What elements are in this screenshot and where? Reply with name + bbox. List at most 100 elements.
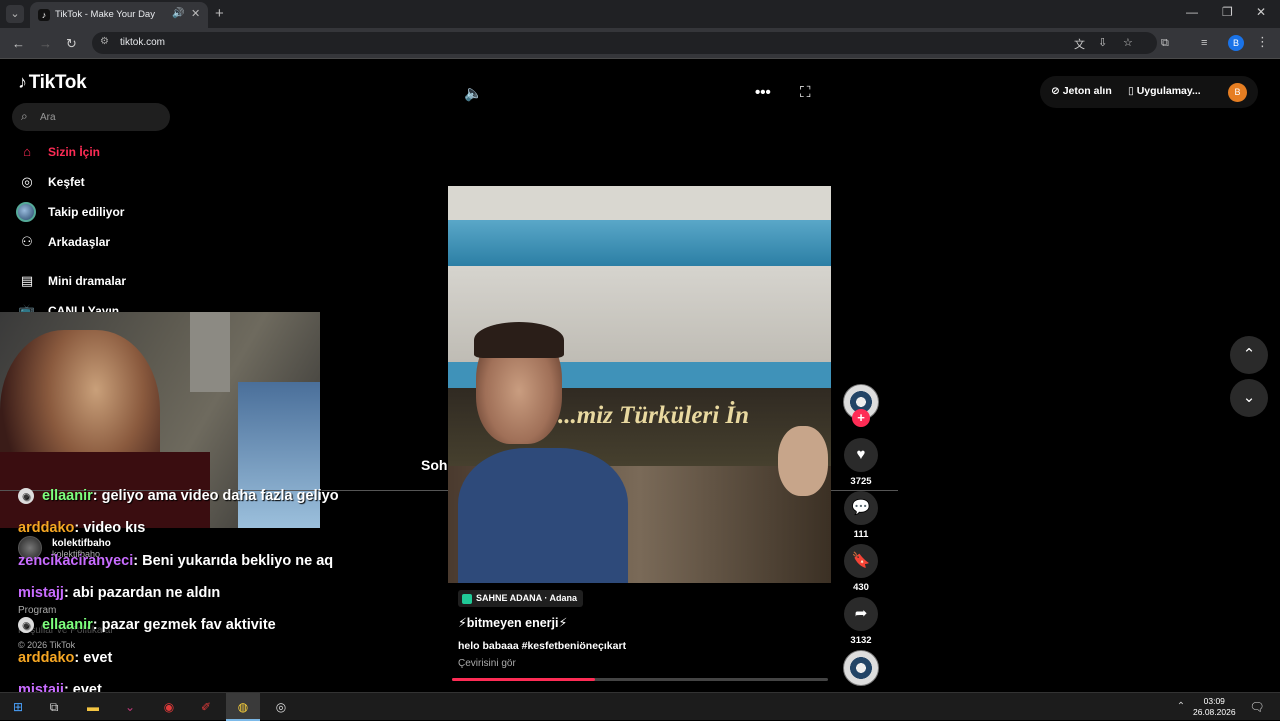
location-icon xyxy=(462,593,472,604)
task-view-icon[interactable]: ⧉ xyxy=(45,698,63,716)
sidebar-item-label: Sizin İçin xyxy=(48,145,101,159)
user-badge-icon: ◉ xyxy=(18,617,34,634)
chat-username: mistajj xyxy=(18,585,64,601)
system-clock[interactable]: 03:09 26.08.2026 xyxy=(1193,696,1236,718)
fullscreen-icon[interactable]: ⛶ xyxy=(800,84,811,101)
chrome-icon[interactable]: ◍ xyxy=(234,698,252,716)
browser-tab[interactable]: ♪ TikTok - Make Your Day 🔊 ✕ xyxy=(30,2,208,28)
extensions-icon[interactable]: ⧉ xyxy=(1161,37,1169,50)
get-app-button[interactable]: ▯ Uygulamay... xyxy=(1128,85,1201,97)
get-coins-button[interactable]: ⊘ Jeton alın xyxy=(1051,85,1112,97)
see-translation-link[interactable]: Çevirisini gör xyxy=(458,658,516,669)
like-button[interactable]: ♥ 3725 xyxy=(844,438,878,487)
chat-message: arddako: evet xyxy=(18,650,112,666)
comment-count: 111 xyxy=(853,529,869,540)
sidebar-item-for-you[interactable]: ⌂ Sizin İçin xyxy=(18,142,100,162)
translate-icon[interactable]: 文 xyxy=(1074,36,1085,52)
user-badge-icon: ◉ xyxy=(18,488,34,505)
chat-text: : video kıs xyxy=(74,520,146,536)
file-explorer-icon[interactable]: ▬ xyxy=(84,698,102,716)
compass-icon: ◎ xyxy=(21,174,33,189)
close-tab-icon[interactable]: ✕ xyxy=(191,7,200,20)
music-disc-icon[interactable] xyxy=(843,650,879,686)
forward-button[interactable]: → xyxy=(39,36,52,51)
user-avatar[interactable]: B xyxy=(1228,83,1247,102)
app-icon-2[interactable]: ◉ xyxy=(160,698,178,716)
like-count: 3725 xyxy=(850,476,872,487)
sidebar-item-friends[interactable]: ⚇ Arkadaşlar xyxy=(18,232,110,252)
site-info-icon[interactable]: ⚙ xyxy=(100,36,109,47)
bookmark-icon: 🔖 xyxy=(844,544,878,578)
sidebar-item-label: Takip ediliyor xyxy=(48,205,125,219)
video-background-person xyxy=(778,426,828,496)
tray-chevron-icon[interactable]: ⌃ xyxy=(1172,698,1190,716)
search-input[interactable] xyxy=(40,108,160,126)
media-control-icon[interactable]: ≡ xyxy=(1201,37,1207,49)
sidebar-item-explore[interactable]: ◎ Keşfet xyxy=(18,172,84,192)
notification-icon[interactable]: 🗨 xyxy=(1248,698,1266,716)
webcam-background-door xyxy=(190,312,230,392)
sidebar-item-label: Arkadaşlar xyxy=(48,235,111,249)
reload-button[interactable]: ↻ xyxy=(66,36,77,52)
sidebar-item-following[interactable]: Takip ediliyor xyxy=(16,202,124,222)
chat-username: zencikaciranyeci xyxy=(18,553,134,569)
previous-video-button[interactable]: ⌃ xyxy=(1230,336,1268,374)
chat-message: arddako: video kıs xyxy=(18,520,145,536)
sidebar-item-mini-dramas[interactable]: ▤ Mini dramalar xyxy=(18,271,126,291)
profile-avatar[interactable]: B xyxy=(1228,35,1244,51)
new-tab-button[interactable]: + xyxy=(215,5,224,22)
location-tag[interactable]: SAHNE ADANA · Adana xyxy=(458,590,584,607)
search-box[interactable]: ⌕ xyxy=(12,103,170,131)
minimize-button[interactable]: — xyxy=(1186,5,1198,19)
comment-icon: 💬 xyxy=(844,491,878,525)
chat-text: : pazar gezmek fav aktivite xyxy=(92,617,276,633)
tiktok-note-icon: ♪ xyxy=(18,72,27,92)
friends-icon: ⚇ xyxy=(21,234,33,249)
video-wall-stripe xyxy=(448,220,831,266)
followed-account-name: kolektifbaho xyxy=(52,537,111,549)
volume-icon[interactable]: 🔈 xyxy=(464,84,483,102)
browser-tab-strip: ⌄ ♪ TikTok - Make Your Day 🔊 ✕ + — ❐ ✕ xyxy=(0,0,1280,28)
windows-start-icon[interactable]: ⊞ xyxy=(9,698,27,716)
close-window-button[interactable]: ✕ xyxy=(1256,5,1266,19)
obs-icon[interactable]: ◎ xyxy=(272,698,290,716)
app-icon-3[interactable]: ✐ xyxy=(197,698,215,716)
install-app-icon[interactable]: ⇩ xyxy=(1098,36,1107,49)
get-app-label: Uygulamay... xyxy=(1136,85,1201,97)
logo-text: TikTok xyxy=(28,72,87,93)
url-text: tiktok.com xyxy=(120,37,166,48)
video-description[interactable]: helo babaaa #kesfetbeniöneçıkart xyxy=(458,640,626,652)
video-progress-bar[interactable] xyxy=(452,678,828,681)
bookmark-star-icon[interactable]: ☆ xyxy=(1123,36,1133,49)
header-actions: ⊘ Jeton alın ▯ Uygulamay... B xyxy=(1040,76,1258,108)
tab-title: TikTok - Make Your Day xyxy=(55,9,155,20)
address-bar[interactable]: ⚙ tiktok.com 文 ⇩ ☆ xyxy=(92,32,1157,54)
back-button[interactable]: ← xyxy=(12,36,25,51)
video-player[interactable]: ...miz Türküleri İn xyxy=(448,186,831,583)
home-icon: ⌂ xyxy=(23,144,31,159)
app-icon-1[interactable]: ⌄ xyxy=(121,698,139,716)
film-icon: ▤ xyxy=(20,273,34,288)
clock-time: 03:09 xyxy=(1203,696,1225,706)
video-man-body xyxy=(458,448,628,583)
maximize-button[interactable]: ❐ xyxy=(1222,5,1233,19)
chat-username: ellaanir xyxy=(42,488,93,504)
video-progress-fill xyxy=(452,678,595,681)
chat-message: ◉ ellaanir: pazar gezmek fav aktivite xyxy=(18,617,276,634)
tiktok-page: ♪TikTok ⌕ ⌂ Sizin İçin ◎ Keşfet Takip ed… xyxy=(0,60,1280,698)
speaker-icon[interactable]: 🔊 xyxy=(172,8,184,19)
share-icon: ➦ xyxy=(844,597,878,631)
video-banner-text: ...miz Türküleri İn xyxy=(558,402,750,429)
tiktok-logo[interactable]: ♪ TikTok xyxy=(18,72,87,94)
comment-button[interactable]: 💬 111 xyxy=(844,491,878,540)
save-button[interactable]: 🔖 430 xyxy=(844,544,878,593)
tab-search-menu-icon[interactable]: ⌄ xyxy=(6,5,24,23)
more-options-icon[interactable]: ••• xyxy=(755,84,771,101)
footer-program-link[interactable]: Program xyxy=(18,605,56,616)
share-button[interactable]: ➦ 3132 xyxy=(844,597,878,646)
get-coins-label: Jeton alın xyxy=(1062,85,1112,97)
browser-menu-icon[interactable]: ⋮ xyxy=(1256,34,1269,50)
next-video-button[interactable]: ⌄ xyxy=(1230,379,1268,417)
clock-date: 26.08.2026 xyxy=(1193,707,1236,717)
follow-plus-icon[interactable]: + xyxy=(852,409,870,427)
